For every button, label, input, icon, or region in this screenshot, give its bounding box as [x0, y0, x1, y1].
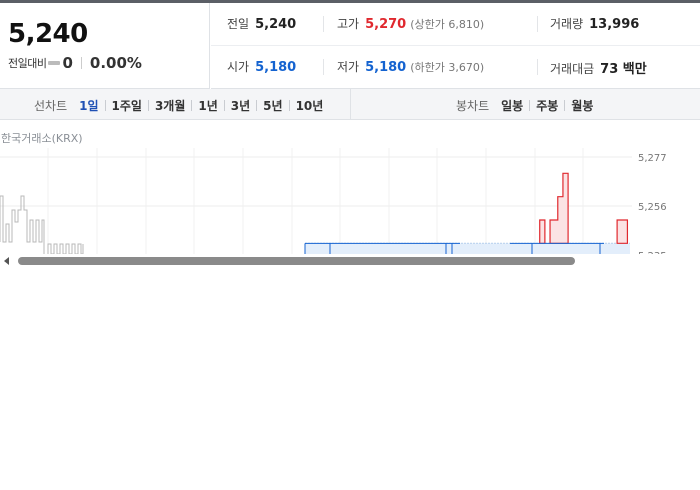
price-summary: 5,240 전일대비 0 0.00% [0, 3, 210, 89]
stat-high-value: 5,270 [365, 17, 407, 32]
history-sparkline [0, 195, 84, 254]
line-chart-title: 선차트 [34, 99, 68, 113]
stat-divider [537, 59, 538, 75]
stat-high: 고가 5,270 (상한가 6,810) [337, 15, 484, 32]
change-divider [80, 57, 82, 69]
change-row: 전일대비 0 0.00% [8, 54, 142, 72]
candle-chart-tabs: 봉차트 일봉 주봉 월봉 [456, 97, 593, 114]
intraday-price-chart: 5,2775,2565,235 [0, 148, 667, 254]
stat-amount: 거래대금 73 백만 [550, 58, 647, 77]
tab-monthly[interactable]: 월봉 [571, 97, 593, 114]
stat-low: 저가 5,180 (하한가 3,670) [337, 58, 484, 75]
stat-volume-value: 13,996 [589, 17, 640, 32]
y-tick-label: 5,256 [638, 202, 667, 213]
stat-prev-label: 전일 [227, 17, 250, 31]
stat-amount-value: 73 백만 [600, 62, 647, 77]
stat-open: 시가 5,180 [227, 58, 296, 75]
tab-1w[interactable]: 1주일 [112, 97, 142, 114]
tab-3y[interactable]: 3년 [231, 97, 250, 114]
change-label: 전일대비 [8, 57, 47, 70]
change-value: 0 [62, 54, 73, 72]
stat-lower-limit: (하한가 3,670) [410, 61, 485, 74]
chart-source: 한국거래소(KRX) [1, 132, 83, 145]
above-baseline-area [539, 173, 628, 244]
y-tick-label: 5,277 [638, 153, 667, 164]
scroll-left-arrow-icon[interactable] [4, 257, 9, 265]
tab-1d[interactable]: 1일 [79, 97, 98, 114]
stat-divider [323, 16, 324, 32]
stat-high-label: 고가 [337, 17, 360, 31]
below-baseline-area [305, 243, 630, 254]
tab-10y[interactable]: 10년 [296, 97, 324, 114]
stat-open-label: 시가 [227, 60, 250, 74]
scroll-thumb[interactable] [18, 257, 575, 265]
tab-1y[interactable]: 1년 [198, 97, 217, 114]
stat-prev-value: 5,240 [255, 17, 297, 32]
tab-5y[interactable]: 5년 [263, 97, 282, 114]
stat-row-2: 시가 5,180 저가 5,180 (하한가 3,670) 거래대금 73 백만 [211, 46, 700, 89]
change-rate: 0.00% [89, 54, 142, 72]
stat-row-1: 전일 5,240 고가 5,270 (상한가 6,810) 거래량 13,996 [211, 3, 700, 46]
line-chart-tabs: 선차트 1일 1주일 3개월 1년 3년 5년 10년 [34, 97, 323, 114]
stat-prev: 전일 5,240 [227, 15, 296, 32]
tab-weekly[interactable]: 주봉 [536, 97, 558, 114]
stat-open-value: 5,180 [255, 60, 297, 75]
stat-low-value: 5,180 [365, 60, 407, 75]
period-tabbar: 선차트 1일 1주일 3개월 1년 3년 5년 10년 봉차트 일봉 주봉 월봉 [0, 89, 700, 120]
stat-grid: 전일 5,240 고가 5,270 (상한가 6,810) 거래량 13,996 시가 5… [211, 3, 700, 89]
stat-amount-label: 거래대금 [550, 62, 595, 76]
stat-upper-limit: (상한가 6,810) [410, 18, 485, 31]
tabbar-divider [350, 89, 351, 120]
stat-volume-label: 거래량 [550, 17, 584, 31]
stat-low-label: 저가 [337, 60, 360, 74]
flat-change-icon [48, 61, 61, 65]
candle-chart-title: 봉차트 [456, 99, 490, 113]
tab-daily[interactable]: 일봉 [501, 97, 523, 114]
stat-divider [537, 16, 538, 32]
stat-divider [323, 59, 324, 75]
stat-volume: 거래량 13,996 [550, 15, 639, 32]
current-price: 5,240 [8, 19, 88, 49]
tab-3m[interactable]: 3개월 [155, 97, 185, 114]
